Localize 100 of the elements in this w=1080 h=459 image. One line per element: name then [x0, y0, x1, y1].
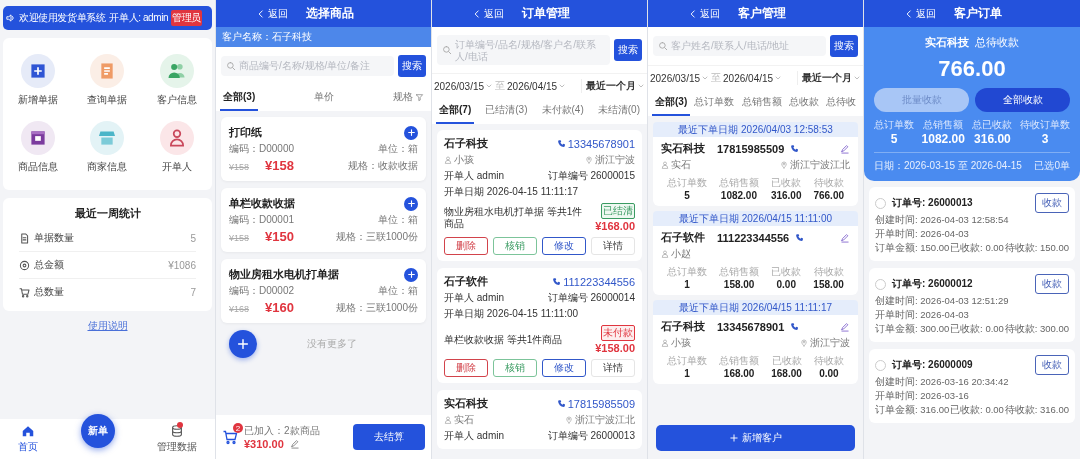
action-button[interactable]: 详情 — [591, 237, 635, 255]
tab[interactable]: 未付款(4) — [538, 98, 587, 124]
action-button[interactable]: 修改 — [542, 359, 586, 377]
action-button[interactable]: 删除 — [444, 237, 488, 255]
back-icon — [472, 8, 482, 19]
cart-total: ¥310.00 — [244, 438, 284, 450]
stats-title: 最近一周统计 — [73, 206, 142, 221]
collect-button[interactable]: 收款 — [1035, 355, 1069, 375]
shortcut-button[interactable]: 客户信息 — [142, 54, 212, 107]
search-button[interactable]: 搜索 — [830, 35, 858, 57]
tab[interactable]: 全部(7) — [436, 98, 475, 124]
stat-value: 158.00 — [813, 279, 844, 290]
search-button[interactable]: 搜索 — [398, 55, 426, 77]
shortcut-button[interactable]: 商品信息 — [3, 121, 73, 174]
search-button[interactable]: 搜索 — [614, 39, 642, 61]
shortcut-button[interactable]: 商家信息 — [72, 121, 143, 174]
created-time: 创建时间: 2026-03-16 20:34:42 — [875, 376, 1010, 389]
goods-code: 编码：D00000 — [229, 142, 295, 156]
add-button[interactable] — [404, 125, 418, 140]
date-picker[interactable]: 2026/04/15 — [507, 80, 567, 92]
action-button[interactable]: 删除 — [444, 359, 488, 377]
action-button[interactable]: 详情 — [591, 359, 635, 377]
tab[interactable]: 全部(3) — [220, 85, 259, 111]
tab[interactable]: 总收款 — [785, 90, 822, 116]
person-icon — [661, 161, 669, 169]
collect-button[interactable]: 收款 — [1035, 193, 1069, 213]
shop-icon — [90, 121, 125, 155]
action-button[interactable]: 核销 — [493, 237, 537, 255]
phone-icon[interactable] — [790, 144, 800, 153]
cart-icon[interactable] — [222, 429, 238, 445]
action-button[interactable]: 修改 — [542, 237, 586, 255]
checkout-button[interactable]: 去结算 — [353, 424, 425, 450]
original-price: ¥158 — [229, 162, 250, 172]
stat-value: 158.00 — [723, 279, 755, 290]
open-date: 开单时间: 2026-04-03 — [875, 309, 970, 322]
collect-button[interactable]: 收款 — [1035, 274, 1069, 294]
add-button[interactable] — [404, 267, 418, 282]
phone-number[interactable]: 111223344556 — [563, 275, 635, 288]
goods-name: 打印纸 — [229, 125, 262, 140]
date-picker[interactable]: 2026/03/15 — [434, 80, 494, 92]
goods-unit: 单位：箱 — [378, 213, 418, 227]
tab[interactable]: 总待收 — [823, 90, 859, 116]
range-picker[interactable]: 最近一个月 — [581, 79, 645, 93]
back-button[interactable]: 返回 — [904, 6, 936, 21]
tab[interactable]: 总销售额 — [738, 90, 785, 116]
phone-icon[interactable] — [790, 322, 800, 331]
date-picker[interactable]: 2026/04/15 — [723, 72, 783, 84]
page-title: 选择商品 — [306, 5, 354, 22]
add-customer-button[interactable]: 新增客户 — [656, 425, 855, 451]
back-button[interactable]: 返回 — [688, 6, 720, 21]
paid-amount: 已收款: 0.00 — [950, 323, 1004, 336]
person-icon — [444, 156, 452, 164]
phone-icon[interactable] — [795, 233, 805, 242]
stat-value: 766.00 — [813, 190, 844, 201]
stat-label: 已收款 — [771, 176, 802, 190]
order-number: 订单编号 26000013 — [547, 429, 635, 443]
shortcut-button[interactable]: 查询单据 — [72, 54, 143, 107]
chevron-down-icon — [701, 74, 710, 82]
back-button[interactable]: 返回 — [256, 6, 288, 21]
range-picker[interactable]: 最近一个月 — [797, 71, 861, 85]
phone-number[interactable]: 17815985509 — [567, 397, 635, 410]
stat-label: 总已收款 — [972, 118, 1013, 132]
pencil-icon[interactable] — [840, 143, 850, 154]
database-icon — [170, 424, 184, 438]
stat-value: 5 — [190, 232, 196, 244]
stat-label: 总销售额 — [719, 265, 760, 279]
tab-bar-item[interactable]: 首页 — [18, 424, 38, 454]
back-button[interactable]: 返回 — [472, 6, 504, 21]
tab[interactable]: 规格 — [390, 85, 427, 111]
tab-bar-item[interactable]: 管理数据 — [157, 424, 197, 454]
plus-icon — [406, 128, 416, 137]
stat-label: 总订单数 — [874, 118, 914, 132]
box-icon — [20, 121, 55, 155]
tab[interactable]: 总订单数 — [691, 90, 738, 116]
add-goods-button[interactable] — [229, 330, 257, 358]
tab[interactable]: 已结清(3) — [482, 98, 531, 124]
new-order-button[interactable]: 新单 — [80, 414, 115, 448]
cart-count-badge: 2 — [233, 423, 243, 433]
help-link[interactable]: 使用说明 — [87, 320, 128, 331]
add-button[interactable] — [404, 196, 418, 211]
selected-count: 已选0单 — [1034, 159, 1070, 173]
paid-amount: 已收款: 0.00 — [950, 404, 1004, 417]
action-button[interactable]: 核销 — [493, 359, 537, 377]
back-icon — [256, 8, 266, 19]
pencil-icon[interactable] — [840, 321, 850, 332]
open-date: 开单时间: 2026-04-03 — [875, 228, 970, 241]
operator-text: 开单人 admin — [444, 291, 504, 305]
cart-icon — [19, 286, 30, 298]
collect-all-button[interactable]: 全部收款 — [975, 88, 1070, 112]
stat-label: 已收款 — [771, 354, 802, 368]
shortcut-button[interactable]: 开单人 — [142, 121, 212, 174]
phone-number[interactable]: 13345678901 — [567, 137, 635, 150]
tab[interactable]: 单价 — [311, 85, 338, 111]
tab[interactable]: 未结清(0) — [594, 98, 643, 124]
date-picker[interactable]: 2026/03/15 — [650, 72, 710, 84]
pencil-icon[interactable] — [289, 439, 300, 449]
shortcut-button[interactable]: 新增单据 — [3, 54, 73, 107]
pencil-icon[interactable] — [840, 232, 850, 243]
created-time: 创建时间: 2026-04-03 12:58:54 — [875, 214, 1010, 227]
tab[interactable]: 全部(3) — [652, 90, 691, 116]
